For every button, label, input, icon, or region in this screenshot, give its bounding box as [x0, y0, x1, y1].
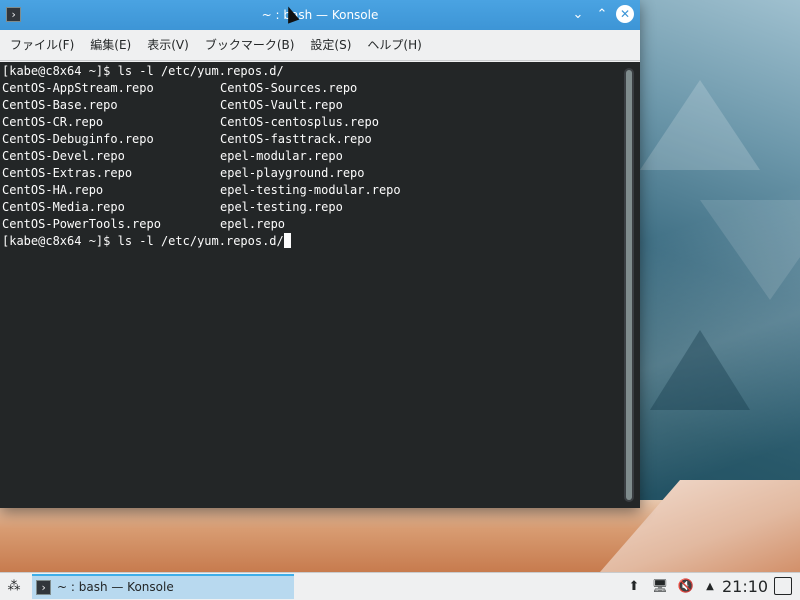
- current-command: [kabe@c8x64 ~]$ ls -l /etc/yum.repos.d/: [2, 234, 284, 248]
- launcher-icon[interactable]: ⁂: [4, 577, 24, 597]
- file-name: CentOS-Media.repo: [2, 200, 125, 214]
- file-name: epel.repo: [220, 217, 286, 231]
- file-name: CentOS-HA.repo: [2, 183, 104, 197]
- file-name: epel-testing.repo: [220, 200, 343, 214]
- taskbar-item-konsole[interactable]: › ~ : bash — Konsole: [32, 574, 294, 599]
- maximize-button[interactable]: ⌃: [592, 5, 612, 25]
- text-cursor: [283, 233, 291, 248]
- wallpaper-shape: [650, 330, 750, 410]
- file-name: CentOS-Debuginfo.repo: [2, 132, 154, 146]
- file-name: CentOS-Extras.repo: [2, 166, 133, 180]
- terminal-app-icon: ›: [36, 580, 51, 595]
- wallpaper-shape: [640, 80, 760, 170]
- terminal-output-row: CentOS-PowerTools.repo epel.repo: [2, 216, 285, 233]
- terminal-output-row: CentOS-CR.repo CentOS-centosplus.repo: [2, 114, 379, 131]
- terminal-output-row: CentOS-Debuginfo.repo CentOS-fasttrack.re…: [2, 131, 372, 148]
- file-name: CentOS-AppStream.repo: [2, 81, 154, 95]
- terminal-output-row: CentOS-Base.repo CentOS-Vault.repo: [2, 97, 343, 114]
- file-name: epel-testing-modular.repo: [220, 183, 401, 197]
- terminal-output-row: CentOS-AppStream.repo CentOS-Sources.repo: [2, 80, 357, 97]
- menu-view[interactable]: 表示(V): [139, 30, 197, 61]
- close-button[interactable]: ✕: [616, 5, 634, 23]
- terminal-output-row: CentOS-Extras.repo epel-playground.repo: [2, 165, 365, 182]
- file-name: CentOS-Base.repo: [2, 98, 118, 112]
- menu-help[interactable]: ヘルプ(H): [359, 30, 429, 61]
- file-name: CentOS-Sources.repo: [220, 81, 358, 95]
- menu-bar: ファイル(F) 編集(E) 表示(V) ブックマーク(B) 設定(S) ヘルプ(…: [0, 30, 640, 61]
- minimize-button[interactable]: ⌄: [568, 5, 588, 25]
- file-name: epel-modular.repo: [220, 149, 343, 163]
- updates-icon[interactable]: ⬆: [624, 577, 644, 597]
- menu-settings[interactable]: 設定(S): [302, 30, 359, 61]
- file-name: CentOS-Devel.repo: [2, 149, 125, 163]
- clock[interactable]: 21:10: [722, 573, 768, 600]
- file-name: CentOS-fasttrack.repo: [220, 132, 372, 146]
- volume-muted-icon[interactable]: 🔇: [676, 577, 696, 597]
- terminal-area[interactable]: [kabe@c8x64 ~]$ ls -l /etc/yum.repos.d/ …: [0, 62, 640, 508]
- terminal-prompt-line: [kabe@c8x64 ~]$ ls -l /etc/yum.repos.d/: [2, 233, 291, 250]
- file-name: CentOS-CR.repo: [2, 115, 104, 129]
- menu-file[interactable]: ファイル(F): [2, 30, 82, 61]
- window-titlebar[interactable]: › ~ : bash — Konsole ⌄ ⌃ ✕: [0, 0, 640, 30]
- file-name: CentOS-centosplus.repo: [220, 115, 379, 129]
- konsole-window: › ~ : bash — Konsole ⌄ ⌃ ✕ ファイル(F) 編集(E)…: [0, 0, 640, 508]
- tray-expand-icon[interactable]: ▲: [700, 577, 720, 597]
- menu-bookmarks[interactable]: ブックマーク(B): [197, 30, 303, 61]
- terminal-output-row: CentOS-Media.repo epel-testing.repo: [2, 199, 343, 216]
- network-icon[interactable]: 🖥: [650, 577, 670, 597]
- taskbar-item-label: ~ : bash — Konsole: [57, 580, 174, 594]
- menu-edit[interactable]: 編集(E): [82, 30, 139, 61]
- file-name: CentOS-Vault.repo: [220, 98, 343, 112]
- scrollbar-thumb[interactable]: [626, 70, 632, 500]
- terminal-output-row: CentOS-HA.repo epel-testing-modular.repo: [2, 182, 401, 199]
- window-title: ~ : bash — Konsole: [261, 8, 379, 22]
- show-desktop-icon[interactable]: [774, 577, 792, 595]
- taskbar-panel: ⁂ › ~ : bash — Konsole ⬆ 🖥 🔇 ▲ 21:10: [0, 572, 800, 600]
- terminal-output-row: CentOS-Devel.repo epel-modular.repo: [2, 148, 343, 165]
- terminal-command-line: [kabe@c8x64 ~]$ ls -l /etc/yum.repos.d/: [2, 64, 284, 78]
- file-name: CentOS-PowerTools.repo: [2, 217, 161, 231]
- file-name: epel-playground.repo: [220, 166, 365, 180]
- wallpaper-shape: [700, 200, 800, 300]
